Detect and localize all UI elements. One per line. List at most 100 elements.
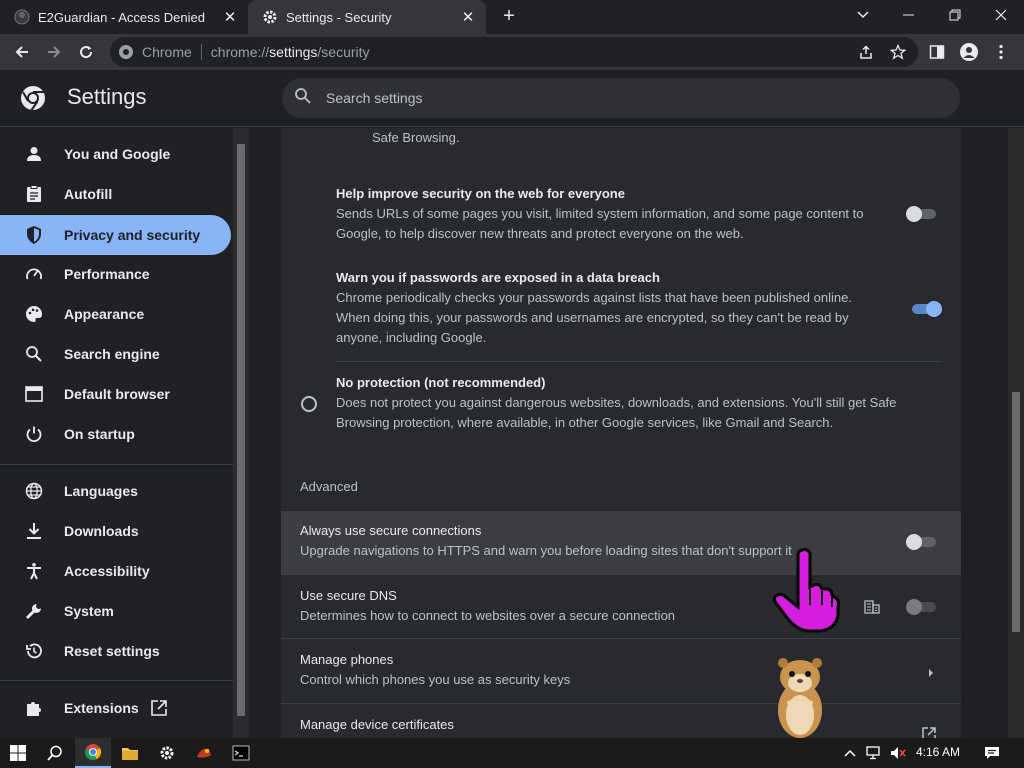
sidebar-item-label: Autofill <box>64 186 113 202</box>
close-tab-icon[interactable]: ✕ <box>458 7 478 27</box>
divider <box>281 703 961 704</box>
pointer-hand-cursor-icon <box>770 545 842 635</box>
reload-button[interactable] <box>72 38 100 66</box>
restore-button[interactable] <box>932 0 978 30</box>
minimize-button[interactable] <box>886 0 932 30</box>
bookmark-star-icon[interactable] <box>887 41 909 63</box>
password-breach-desc: When doing this, your passwords and user… <box>336 310 849 325</box>
sidebar-item-performance[interactable]: Performance <box>0 254 231 294</box>
sidebar-divider <box>0 680 233 681</box>
sidebar-scrollbar[interactable] <box>233 128 249 738</box>
no-protection-desc: Does not protect you against dangerous w… <box>336 395 897 410</box>
taskbar-clock[interactable]: 4:16 AM <box>916 745 960 759</box>
tab-search-chevron-icon[interactable] <box>840 0 886 30</box>
sidebar-item-label: Reset settings <box>64 643 160 659</box>
open-in-new-icon[interactable] <box>921 726 937 738</box>
sidebar-item-accessibility[interactable]: Accessibility <box>0 551 231 591</box>
main-scrollbar-thumb[interactable] <box>1012 392 1020 632</box>
sidebar-item-system[interactable]: System <box>0 591 231 631</box>
menu-kebab-icon[interactable] <box>990 41 1012 63</box>
wrench-icon <box>24 601 44 621</box>
file-explorer-icon[interactable] <box>112 738 148 768</box>
browser-icon <box>24 384 44 404</box>
sidebar-item-label: Downloads <box>64 523 139 539</box>
sidebar-item-languages[interactable]: Languages <box>0 471 231 511</box>
secure-connections-desc: Upgrade navigations to HTTPS and warn yo… <box>300 543 792 558</box>
no-protection-title: No protection (not recommended) <box>336 375 546 390</box>
back-button[interactable] <box>8 38 36 66</box>
sidebar-item-label: Accessibility <box>64 563 150 579</box>
palette-icon <box>24 304 44 324</box>
close-window-button[interactable] <box>978 0 1024 30</box>
sidebar-item-downloads[interactable]: Downloads <box>0 511 231 551</box>
hamster-image <box>768 655 832 740</box>
settings-search-box[interactable] <box>282 78 960 118</box>
url-scheme: chrome:// <box>210 44 270 60</box>
chrome-logo-icon <box>118 44 134 60</box>
power-icon <box>24 424 44 444</box>
sidebar-item-label: You and Google <box>64 146 171 162</box>
person-icon <box>24 144 44 164</box>
open-in-new-icon <box>150 699 168 720</box>
speedometer-icon <box>24 264 44 284</box>
help-improve-title: Help improve security on the web for eve… <box>336 186 625 201</box>
network-icon[interactable] <box>862 738 886 768</box>
sidebar-item-appearance[interactable]: Appearance <box>0 294 231 334</box>
search-input[interactable] <box>326 90 906 106</box>
forward-button[interactable] <box>40 38 68 66</box>
sidebar-item-label: System <box>64 603 114 619</box>
sidebar-item-default-browser[interactable]: Default browser <box>0 374 231 414</box>
sidebar-item-label: Default browser <box>64 386 170 402</box>
manage-certificates-title[interactable]: Manage device certificates <box>300 715 454 735</box>
sidebar-item-you-and-google[interactable]: You and Google <box>0 134 231 174</box>
download-icon <box>24 521 44 541</box>
chevron-right-icon[interactable] <box>927 665 935 683</box>
no-protection-radio[interactable] <box>301 396 317 412</box>
manage-phones-title[interactable]: Manage phones <box>300 650 393 670</box>
sidebar-item-search-engine[interactable]: Search engine <box>0 334 231 374</box>
help-improve-desc: Sends URLs of some pages you visit, limi… <box>336 206 864 221</box>
puzzle-icon <box>24 698 44 718</box>
settings-sidebar: You and Google Autofill Privacy and secu… <box>0 128 233 738</box>
notifications-icon[interactable] <box>974 738 1010 768</box>
help-improve-toggle[interactable] <box>906 206 938 222</box>
sidebar-item-autofill[interactable]: Autofill <box>0 174 231 214</box>
profile-avatar-icon[interactable] <box>958 41 980 63</box>
settings-gear-icon[interactable] <box>149 738 185 768</box>
sidebar-scrollbar-thumb[interactable] <box>237 144 245 716</box>
url-path: /security <box>317 44 370 60</box>
sidebar-item-on-startup[interactable]: On startup <box>0 414 231 454</box>
advanced-heading: Advanced <box>300 479 358 494</box>
command-prompt-icon[interactable] <box>223 738 259 768</box>
share-icon[interactable] <box>855 41 877 63</box>
close-tab-icon[interactable]: ✕ <box>220 7 240 27</box>
search-icon[interactable] <box>37 738 73 768</box>
tab-settings-security[interactable]: Settings - Security ✕ <box>248 0 486 34</box>
divider <box>281 638 961 639</box>
address-bar[interactable]: Chrome chrome://settings/security <box>110 37 918 67</box>
secure-dns-toggle[interactable] <box>906 599 938 615</box>
windows-taskbar: 4:16 AM <box>0 738 1024 768</box>
password-breach-desc: Chrome periodically checks your password… <box>336 290 852 305</box>
sidebar-item-extensions[interactable]: Extensions <box>0 688 231 728</box>
side-panel-icon[interactable] <box>926 41 948 63</box>
sidebar-item-label: On startup <box>64 426 135 442</box>
new-tab-button[interactable]: + <box>498 6 520 28</box>
main-scrollbar[interactable] <box>1008 128 1024 738</box>
secure-dns-desc: Determines how to connect to websites ov… <box>300 608 676 623</box>
volume-muted-icon[interactable] <box>886 738 910 768</box>
windows-start-icon[interactable] <box>0 738 36 768</box>
sidebar-item-reset-settings[interactable]: Reset settings <box>0 631 231 671</box>
enterprise-managed-icon <box>864 598 880 619</box>
show-hidden-icons-chevron-icon[interactable] <box>838 738 862 768</box>
secure-connections-title: Always use secure connections <box>300 523 482 538</box>
sidebar-item-label: Privacy and security <box>64 227 201 243</box>
password-breach-toggle[interactable] <box>910 301 942 317</box>
manage-phones-desc: Control which phones you use as security… <box>300 672 571 687</box>
taskbar-chrome-icon[interactable] <box>75 738 111 768</box>
secure-connections-toggle[interactable] <box>906 534 938 550</box>
search-icon <box>294 87 312 110</box>
taskbar-app-icon[interactable] <box>186 738 222 768</box>
tab-e2guardian[interactable]: E2Guardian - Access Denied ✕ <box>0 0 248 34</box>
sidebar-item-privacy-and-security[interactable]: Privacy and security <box>0 215 231 255</box>
